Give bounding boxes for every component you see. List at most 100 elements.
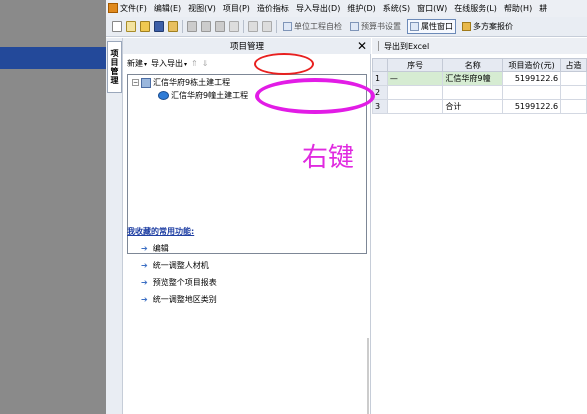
new-button[interactable]: 新建▾ (127, 58, 147, 69)
scrollbar[interactable] (367, 338, 369, 414)
cell-name[interactable]: 汇信华府9幢 (442, 71, 504, 86)
cell-name[interactable]: 合计 (442, 99, 504, 114)
undo-icon[interactable] (248, 21, 258, 32)
move-down-icon[interactable]: ⇓ (202, 59, 209, 68)
arrow-right-icon: ➔ (141, 261, 148, 270)
import-export-button[interactable]: 导入导出▾ (151, 58, 187, 69)
settings-icon (350, 22, 359, 31)
column-header-cost[interactable]: 项目造价(元) (502, 58, 562, 72)
menu-help[interactable]: 帮助(H) (504, 3, 532, 14)
cell-cost[interactable] (502, 85, 562, 100)
report-settings-button[interactable]: 预算书设置 (348, 21, 403, 32)
tree-root-node[interactable]: − 汇信华府9栋土建工程 (132, 77, 230, 88)
toolbar-separator (182, 20, 183, 33)
table-header-row: 序号 名称 项目造价(元) 占造 (372, 58, 587, 72)
cut-icon[interactable] (187, 21, 197, 32)
menu-edit[interactable]: 编辑(E) (154, 3, 181, 14)
menu-maintenance[interactable]: 维护(D) (347, 3, 375, 14)
toolbar-separator (243, 20, 244, 33)
panel-title: 项目管理 (229, 42, 264, 52)
save-icon[interactable] (154, 21, 164, 32)
favorites-section: 我收藏的常用功能: ➔ 编辑 ➔ 统一调整人材机 ➔ 预览整个项目报表 ➔ 统一调整地区… (127, 226, 367, 305)
open-folder-icon[interactable] (126, 21, 136, 32)
tree-child-label: 汇信华府9幢土建工程 (171, 91, 249, 100)
summary-toolbar: 导出到Excel (372, 38, 587, 54)
row-number: 1 (372, 71, 388, 86)
collapse-icon[interactable]: − (132, 79, 139, 86)
annotation-right-click-text: 右键 (302, 143, 355, 173)
side-tab-bar: 项目管理 (106, 38, 123, 414)
paste-icon[interactable] (215, 21, 225, 32)
cell-cost[interactable]: 5199122.6 (502, 99, 562, 114)
open-recent-icon[interactable] (140, 21, 150, 32)
favorites-title: 我收藏的常用功能: (127, 227, 195, 236)
favorite-adjust-materials[interactable]: ➔ 统一调整人材机 (141, 260, 367, 271)
cell-percent[interactable] (560, 85, 587, 100)
window-icon (410, 22, 419, 31)
menu-cost-index[interactable]: 造价指标 (257, 3, 289, 14)
arrow-right-icon: ➔ (141, 278, 148, 287)
copy-icon[interactable] (201, 21, 211, 32)
main-toolbar: 单位工程自检 预算书设置 属性窗口 多方案报价 (106, 17, 587, 37)
chevron-down-icon: ▾ (184, 61, 188, 68)
annotation-magenta-ellipse (255, 78, 375, 114)
summary-pane: 导出到Excel 序号 名称 项目造价(元) 占造 1 — 汇信华府9幢 519… (372, 38, 587, 414)
row-number: 3 (372, 99, 388, 114)
menu-system[interactable]: 系统(S) (383, 3, 410, 14)
cell-seq[interactable] (386, 85, 444, 100)
cell-seq[interactable] (386, 99, 444, 114)
row-number-header (372, 58, 388, 72)
project-summary-table: 序号 名称 项目造价(元) 占造 1 — 汇信华府9幢 5199122.6 2 (372, 58, 587, 114)
multi-plan-icon (462, 22, 471, 31)
new-file-icon[interactable] (112, 21, 122, 32)
toolbar-grip-icon (378, 41, 379, 51)
tree-root-label: 汇信华府9栋土建工程 (153, 78, 231, 87)
properties-window-button[interactable]: 属性窗口 (407, 19, 456, 34)
cell-name[interactable] (442, 85, 504, 100)
background-window-titlebar (0, 47, 106, 69)
redo-icon[interactable] (262, 21, 272, 32)
cell-percent[interactable] (560, 71, 587, 86)
menu-project[interactable]: 项目(P) (223, 3, 250, 14)
menu-view[interactable]: 视图(V) (188, 3, 216, 14)
application-window: 文件(F) 编辑(E) 视图(V) 项目(P) 造价指标 导入导出(D) 维护(… (106, 0, 587, 414)
app-logo-icon (108, 3, 118, 13)
menu-import-export[interactable]: 导入导出(D) (296, 3, 340, 14)
export-icon[interactable] (168, 21, 178, 32)
arrow-right-icon: ➔ (141, 244, 148, 253)
panel-toolbar: 新建▾ 导入导出▾ ⇑ ⇓ (123, 55, 371, 72)
table-row[interactable]: 1 — 汇信华府9幢 5199122.6 (372, 71, 587, 86)
column-header-name[interactable]: 名称 (442, 58, 504, 72)
toolbar-separator (276, 20, 277, 33)
unit-check-button[interactable]: 单位工程自检 (281, 21, 344, 32)
menu-file[interactable]: 文件(F) (120, 3, 147, 14)
panel-header: 项目管理 ✕ (123, 38, 371, 54)
cell-percent[interactable] (560, 99, 587, 114)
tab-project-management[interactable]: 项目管理 (107, 41, 122, 93)
table-row[interactable]: 3 合计 5199122.6 (372, 99, 587, 114)
menu-extra[interactable]: 耕 (539, 3, 547, 14)
cell-seq[interactable]: — (386, 71, 444, 86)
tree-child-node[interactable]: 汇信华府9幢土建工程 (158, 90, 248, 101)
cell-cost[interactable]: 5199122.6 (502, 71, 562, 86)
menu-window[interactable]: 窗口(W) (417, 3, 447, 14)
chevron-down-icon: ▾ (144, 61, 148, 68)
check-icon (283, 22, 292, 31)
multi-report-button[interactable]: 多方案报价 (460, 21, 515, 32)
menu-bar: 文件(F) 编辑(E) 视图(V) 项目(P) 造价指标 导入导出(D) 维护(… (106, 0, 587, 17)
background-window-strip (0, 0, 106, 414)
arrow-right-icon: ➔ (141, 295, 148, 304)
favorite-preview-reports[interactable]: ➔ 预览整个项目报表 (141, 277, 367, 288)
project-icon (141, 77, 151, 88)
column-header-percent[interactable]: 占造 (560, 58, 587, 72)
menu-online-service[interactable]: 在线服务(L) (454, 3, 497, 14)
annotation-red-circle (254, 53, 314, 75)
move-up-icon[interactable]: ⇑ (191, 59, 198, 68)
column-header-seq[interactable]: 序号 (386, 58, 444, 72)
favorite-edit[interactable]: ➔ 编辑 (141, 243, 367, 254)
close-icon[interactable]: ✕ (357, 38, 367, 54)
export-excel-button[interactable]: 导出到Excel (384, 41, 429, 52)
delete-icon[interactable] (229, 21, 239, 32)
table-row[interactable]: 2 (372, 85, 587, 100)
favorite-adjust-region[interactable]: ➔ 统一调整地区类别 (141, 294, 367, 305)
